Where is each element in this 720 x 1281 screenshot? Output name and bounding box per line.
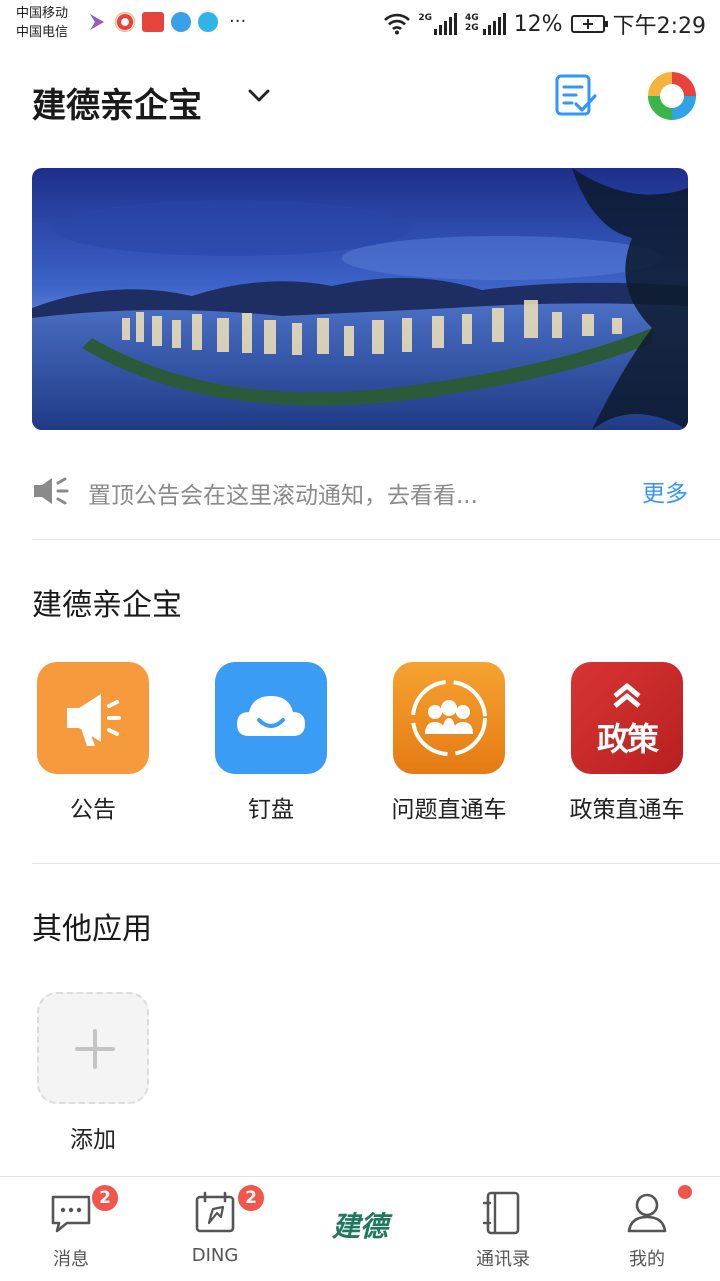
cloud-smile-icon: [215, 662, 327, 774]
policy-tile-text: 政策: [596, 720, 659, 758]
app-label: 钉盘: [248, 797, 294, 823]
app-header: 建德亲企宝: [0, 60, 720, 136]
user-profile-icon: [627, 1193, 667, 1233]
announcement-ticker[interactable]: 置顶公告会在这里滚动通知，去看看... 更多: [32, 466, 688, 516]
megaphone-icon: [34, 477, 69, 505]
network-type-2-top: 4G: [465, 13, 479, 23]
section-title-other: 其他应用: [32, 912, 152, 947]
app-eight-icon: [171, 12, 191, 32]
app-news-icon: [142, 12, 164, 32]
chevron-down-icon[interactable]: [246, 82, 272, 108]
app-label: 公告: [70, 797, 116, 823]
people-cycle-icon: [393, 662, 505, 774]
org-title[interactable]: 建德亲企宝: [32, 78, 202, 127]
app-play-icon: [198, 12, 218, 32]
app-label: 政策直通车: [569, 797, 685, 823]
app-label: 问题直通车: [391, 797, 507, 823]
app-swirl-icon: [115, 12, 135, 32]
tab-messages[interactable]: 消息 2: [16, 1183, 126, 1271]
contacts-book-icon: [482, 1191, 520, 1235]
ding-calendar-icon: [195, 1191, 235, 1233]
more-notifications-icon: ···: [229, 11, 247, 32]
network-type-1: 2G: [418, 13, 433, 23]
app-arrow-icon: [90, 14, 104, 30]
add-app-button[interactable]: 添加: [18, 992, 168, 1154]
app-dingpan[interactable]: 钉盘: [196, 662, 346, 824]
city-night-scene-image: [32, 168, 688, 430]
clock: 下午2:29: [612, 14, 706, 39]
colorful-ring-logo-icon[interactable]: [646, 70, 698, 122]
tab-me[interactable]: 我的: [592, 1185, 702, 1271]
tab-ding[interactable]: DING 2: [160, 1183, 270, 1266]
tab-label: 消息: [53, 1249, 89, 1270]
tab-label: 通讯录: [476, 1249, 530, 1270]
unread-badge: 2: [236, 1183, 266, 1213]
megaphone-tile-icon: [37, 662, 149, 774]
signal-strength-1-icon: [434, 13, 458, 35]
notification-icons: ···: [88, 12, 246, 32]
app-policy-express[interactable]: 政策 政策直通车: [552, 662, 702, 824]
tab-label: DING: [191, 1245, 239, 1266]
policy-icon: 政策: [571, 662, 683, 774]
tab-contacts[interactable]: 通讯录: [448, 1189, 558, 1271]
city-banner-image[interactable]: [32, 168, 688, 430]
carrier-1: 中国移动: [16, 6, 69, 21]
more-link[interactable]: 更多: [642, 474, 688, 508]
carrier-info: 中国移动 中国电信: [16, 4, 68, 42]
divider: [32, 539, 720, 540]
jiande-logo-icon: 建德: [331, 1210, 388, 1243]
bottom-tab-bar: 消息 2 DING 2 建德 通讯录 我的: [0, 1176, 720, 1281]
message-bubble-icon: [51, 1195, 91, 1233]
plus-icon: [37, 992, 149, 1104]
tab-label: 我的: [629, 1249, 665, 1270]
tab-home-logo[interactable]: 建德: [305, 1189, 415, 1245]
add-app-label: 添加: [70, 1127, 116, 1153]
divider: [32, 863, 720, 864]
battery-charging-icon: [570, 15, 608, 33]
announcement-text[interactable]: 置顶公告会在这里滚动通知，去看看...: [88, 476, 478, 510]
app-problem-express[interactable]: 问题直通车: [374, 662, 524, 824]
note-check-icon[interactable]: [552, 72, 598, 118]
wifi-icon: [384, 13, 411, 35]
unread-badge: 2: [90, 1183, 120, 1213]
battery-percent: 12%: [513, 11, 563, 37]
notification-dot: [678, 1185, 692, 1199]
carrier-2: 中国电信: [16, 25, 69, 40]
network-type-2-bottom: 2G: [465, 23, 479, 33]
status-bar: 中国移动 中国电信 ··· 2G 4G 2G 12% 下午2:29: [0, 0, 720, 50]
app-announcement[interactable]: 公告: [18, 662, 168, 824]
status-indicators: 2G 4G 2G 12% 下午2:29: [384, 8, 706, 40]
signal-strength-2-icon: [482, 13, 506, 35]
section-title-main: 建德亲企宝: [32, 588, 182, 623]
